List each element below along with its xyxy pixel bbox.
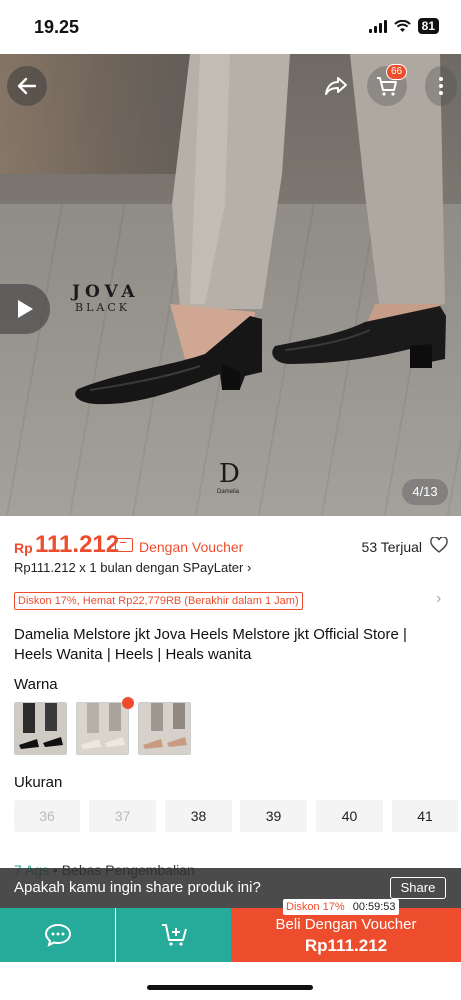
shoe-photo bbox=[75, 54, 446, 405]
status-bar: 19.25 81 bbox=[0, 0, 461, 54]
share-question: Apakah kamu ingin share produk ini? bbox=[14, 879, 261, 896]
status-time: 19.25 bbox=[34, 17, 80, 37]
product-image[interactable]: JOVA BLACK D Damelia 66 4/13 bbox=[0, 54, 461, 516]
back-button[interactable] bbox=[7, 66, 47, 106]
share-prompt-button[interactable]: Share bbox=[390, 877, 446, 899]
chat-icon bbox=[44, 923, 71, 947]
size-option[interactable]: 39 bbox=[240, 800, 307, 832]
chat-button[interactable] bbox=[0, 908, 115, 962]
color-swatch-cream[interactable] bbox=[76, 702, 129, 755]
color-label: Warna bbox=[14, 676, 58, 693]
voucher-icon bbox=[115, 538, 133, 552]
play-icon bbox=[18, 300, 33, 318]
size-option[interactable]: 40 bbox=[316, 800, 383, 832]
paylater-link[interactable]: Rp111.212 x 1 bulan dengan SPayLater › bbox=[14, 560, 251, 575]
overlay-subtitle: BLACK bbox=[75, 301, 130, 314]
buy-price: Rp111.212 bbox=[304, 936, 388, 955]
color-swatch-black[interactable] bbox=[14, 702, 67, 755]
brand-logo-text: Damelia bbox=[217, 489, 240, 495]
battery-icon: 81 bbox=[417, 18, 439, 34]
size-option[interactable]: 36 bbox=[14, 800, 80, 832]
size-label: Ukuran bbox=[14, 774, 63, 791]
color-swatch-nude[interactable] bbox=[138, 702, 191, 755]
voucher-label[interactable]: Dengan Voucher bbox=[139, 539, 243, 555]
arrow-left-icon bbox=[17, 77, 37, 95]
add-to-cart-button[interactable] bbox=[116, 908, 231, 962]
chevron-right-icon[interactable]: › bbox=[436, 590, 441, 608]
cart-count-badge: 66 bbox=[386, 64, 408, 80]
price-value: 111.212 bbox=[35, 531, 120, 558]
more-button[interactable] bbox=[425, 66, 457, 106]
bottom-action-bar: Beli Dengan Voucher Rp111.212 bbox=[0, 908, 461, 962]
discount-tag[interactable]: Diskon 17%, Hemat Rp22,779RB (Berakhir d… bbox=[14, 592, 303, 610]
sold-count: 53 Terjual bbox=[361, 539, 422, 555]
size-option[interactable]: 41 bbox=[392, 800, 458, 832]
discount-timer-badge: Diskon 17% 00:59:53 bbox=[283, 899, 399, 915]
price-row: Rp 111.212 Dengan Voucher 53 Terjual bbox=[14, 530, 448, 560]
size-option[interactable]: 37 bbox=[89, 800, 156, 832]
buy-label: Beli Dengan Voucher bbox=[275, 916, 417, 933]
play-video-button[interactable] bbox=[0, 284, 50, 334]
overlay-title: JOVA bbox=[72, 282, 140, 302]
price-currency: Rp bbox=[14, 540, 33, 556]
share-arrow-icon bbox=[325, 77, 347, 95]
heart-outline-icon[interactable] bbox=[430, 537, 448, 553]
flame-icon bbox=[122, 697, 134, 709]
image-counter: 4/13 bbox=[402, 479, 448, 505]
buy-with-voucher-button[interactable]: Beli Dengan Voucher Rp111.212 bbox=[231, 908, 461, 962]
home-indicator[interactable] bbox=[147, 985, 313, 990]
size-option[interactable]: 38 bbox=[165, 800, 232, 832]
status-icons: 81 bbox=[368, 18, 439, 34]
wifi-icon bbox=[393, 19, 411, 32]
discount-label: Diskon 17% bbox=[286, 901, 345, 913]
countdown-timer: 00:59:53 bbox=[352, 901, 396, 913]
brand-logo: D bbox=[219, 459, 240, 489]
cart-plus-icon bbox=[161, 924, 187, 946]
more-vertical-icon bbox=[439, 77, 443, 95]
share-button[interactable] bbox=[316, 66, 356, 106]
signal-icon bbox=[368, 19, 387, 33]
product-title: Damelia Melstore jkt Jova Heels Melstore… bbox=[14, 626, 407, 663]
